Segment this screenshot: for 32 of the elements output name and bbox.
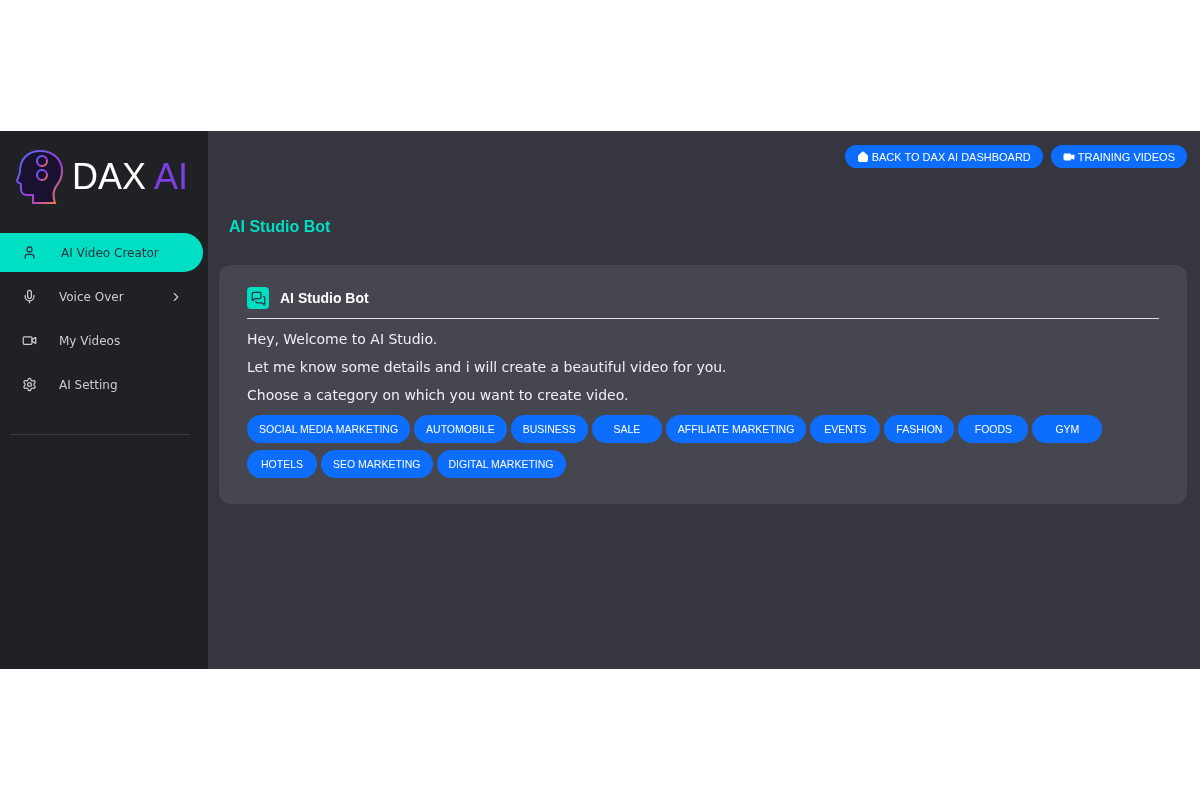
sidebar-item[interactable]: My Videos: [0, 321, 203, 360]
sidebar-item[interactable]: AI Video Creator: [0, 233, 203, 272]
category-chip[interactable]: AUTOMOBILE: [414, 415, 507, 443]
logo-text: DAX AI: [72, 156, 189, 198]
bot-message: Choose a category on which you want to create video.: [247, 387, 630, 403]
top-button[interactable]: BACK TO DAX AI DASHBOARD: [844, 145, 1043, 168]
bot-message: Let me know some details and i will create a beautiful video for you.: [247, 359, 728, 375]
category-chip[interactable]: SOCIAL MEDIA MARKETING: [247, 415, 411, 443]
page-title: AI Studio Bot: [229, 218, 332, 236]
category-chip[interactable]: FOODS: [958, 415, 1029, 443]
nav-icon: [22, 245, 37, 260]
bot-message: Hey, Welcome to AI Studio.: [247, 331, 439, 347]
category-chip[interactable]: FASHION: [884, 415, 955, 443]
home-icon: [856, 150, 869, 163]
category-chip[interactable]: BUSINESS: [510, 415, 588, 443]
category-chip[interactable]: DIGITAL MARKETING: [436, 450, 566, 478]
category-chip[interactable]: GYM: [1032, 415, 1103, 443]
category-chip[interactable]: SALE: [591, 415, 662, 443]
card-title: AI Studio Bot: [280, 290, 369, 306]
head-logo-icon: [16, 149, 64, 205]
top-button[interactable]: TRAINING VIDEOS: [1050, 145, 1187, 168]
video-camera-icon: [1062, 150, 1075, 163]
nav-icon: [22, 289, 37, 304]
category-chip[interactable]: SEO MARKETING: [321, 450, 433, 478]
category-chip[interactable]: AFFILIATE MARKETING: [665, 415, 807, 443]
sidebar-item[interactable]: Voice Over: [0, 277, 203, 316]
nav-icon: [22, 377, 37, 392]
nav-icon: [22, 333, 37, 348]
category-chip[interactable]: HOTELS: [247, 450, 317, 478]
chat-icon: [247, 287, 269, 309]
sidebar-item[interactable]: AI Setting: [0, 365, 203, 404]
category-chip[interactable]: EVENTS: [810, 415, 881, 443]
